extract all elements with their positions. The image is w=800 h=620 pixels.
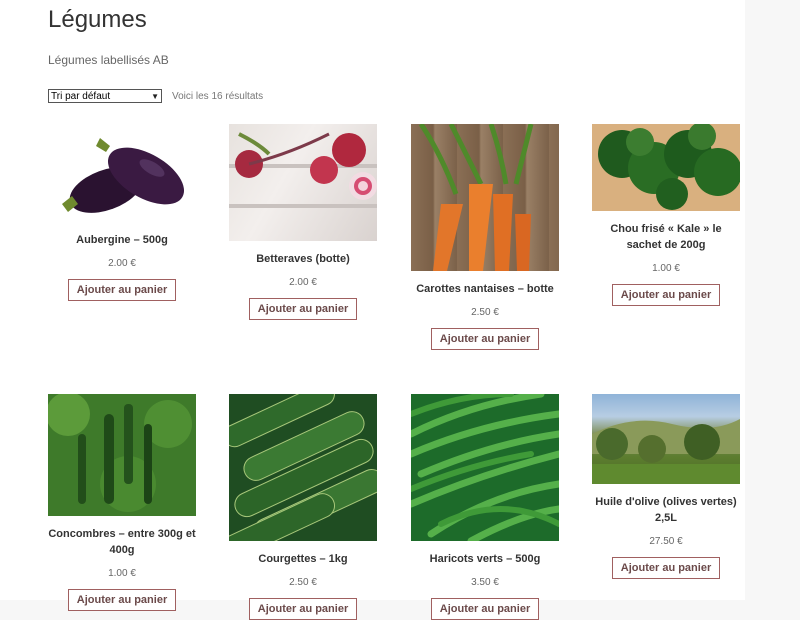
product-card: Haricots verts – 500g 3.50 € Ajouter au … [411, 394, 559, 620]
product-card: Aubergine – 500g 2.00 € Ajouter au panie… [48, 124, 196, 301]
product-price: 27.50 € [649, 536, 683, 547]
product-price: 2.50 € [289, 577, 317, 588]
product-name[interactable]: Huile d'olive (olives vertes) 2,5L [592, 494, 740, 526]
beetroot-image[interactable] [229, 124, 377, 241]
product-card: Huile d'olive (olives vertes) 2,5L 27.50… [592, 394, 740, 579]
product-name[interactable]: Courgettes – 1kg [229, 551, 377, 567]
shop-page: Légumes Légumes labellisés AB Tri par dé… [0, 0, 745, 620]
olive-grove-image[interactable] [592, 394, 740, 484]
add-to-cart-button[interactable]: Ajouter au panier [67, 589, 177, 611]
add-to-cart-button[interactable]: Ajouter au panier [611, 557, 721, 579]
add-to-cart-button[interactable]: Ajouter au panier [67, 279, 177, 301]
add-to-cart-button[interactable]: Ajouter au panier [611, 284, 721, 306]
product-card: Concombres – entre 300g et 400g 1.00 € A… [48, 394, 196, 611]
product-price: 2.00 € [108, 258, 136, 269]
add-to-cart-button[interactable]: Ajouter au panier [430, 598, 540, 620]
add-to-cart-button[interactable]: Ajouter au panier [248, 598, 358, 620]
carrot-image[interactable] [411, 124, 559, 271]
product-name[interactable]: Concombres – entre 300g et 400g [48, 526, 196, 558]
chevron-down-icon: ▼ [151, 91, 159, 101]
add-to-cart-button[interactable]: Ajouter au panier [430, 328, 540, 350]
product-name[interactable]: Carottes nantaises – botte [411, 281, 559, 297]
result-count: Voici les 16 résultats [172, 91, 264, 102]
product-price: 1.00 € [108, 568, 136, 579]
kale-image[interactable] [592, 124, 740, 211]
category-description: Légumes labellisés AB [48, 53, 169, 67]
green-beans-image[interactable] [411, 394, 559, 541]
product-name[interactable]: Haricots verts – 500g [411, 551, 559, 567]
zucchini-image[interactable] [229, 394, 377, 541]
sort-select-value: Tri par défaut [51, 90, 111, 102]
eggplant-image[interactable] [48, 124, 196, 222]
product-price: 1.00 € [652, 263, 680, 274]
product-card: Betteraves (botte) 2.00 € Ajouter au pan… [229, 124, 377, 320]
product-price: 2.00 € [289, 277, 317, 288]
cucumber-image[interactable] [48, 394, 196, 516]
product-price: 2.50 € [471, 307, 499, 318]
product-name[interactable]: Aubergine – 500g [48, 232, 196, 248]
product-name[interactable]: Betteraves (botte) [229, 251, 377, 267]
product-price: 3.50 € [471, 577, 499, 588]
product-card: Courgettes – 1kg 2.50 € Ajouter au panie… [229, 394, 377, 620]
add-to-cart-button[interactable]: Ajouter au panier [248, 298, 358, 320]
product-card: Carottes nantaises – botte 2.50 € Ajoute… [411, 124, 559, 350]
sort-select[interactable]: Tri par défaut ▼ [48, 89, 162, 103]
product-name[interactable]: Chou frisé « Kale » le sachet de 200g [592, 221, 740, 253]
page-title: Légumes [48, 6, 147, 33]
product-card: Chou frisé « Kale » le sachet de 200g 1.… [592, 124, 740, 306]
